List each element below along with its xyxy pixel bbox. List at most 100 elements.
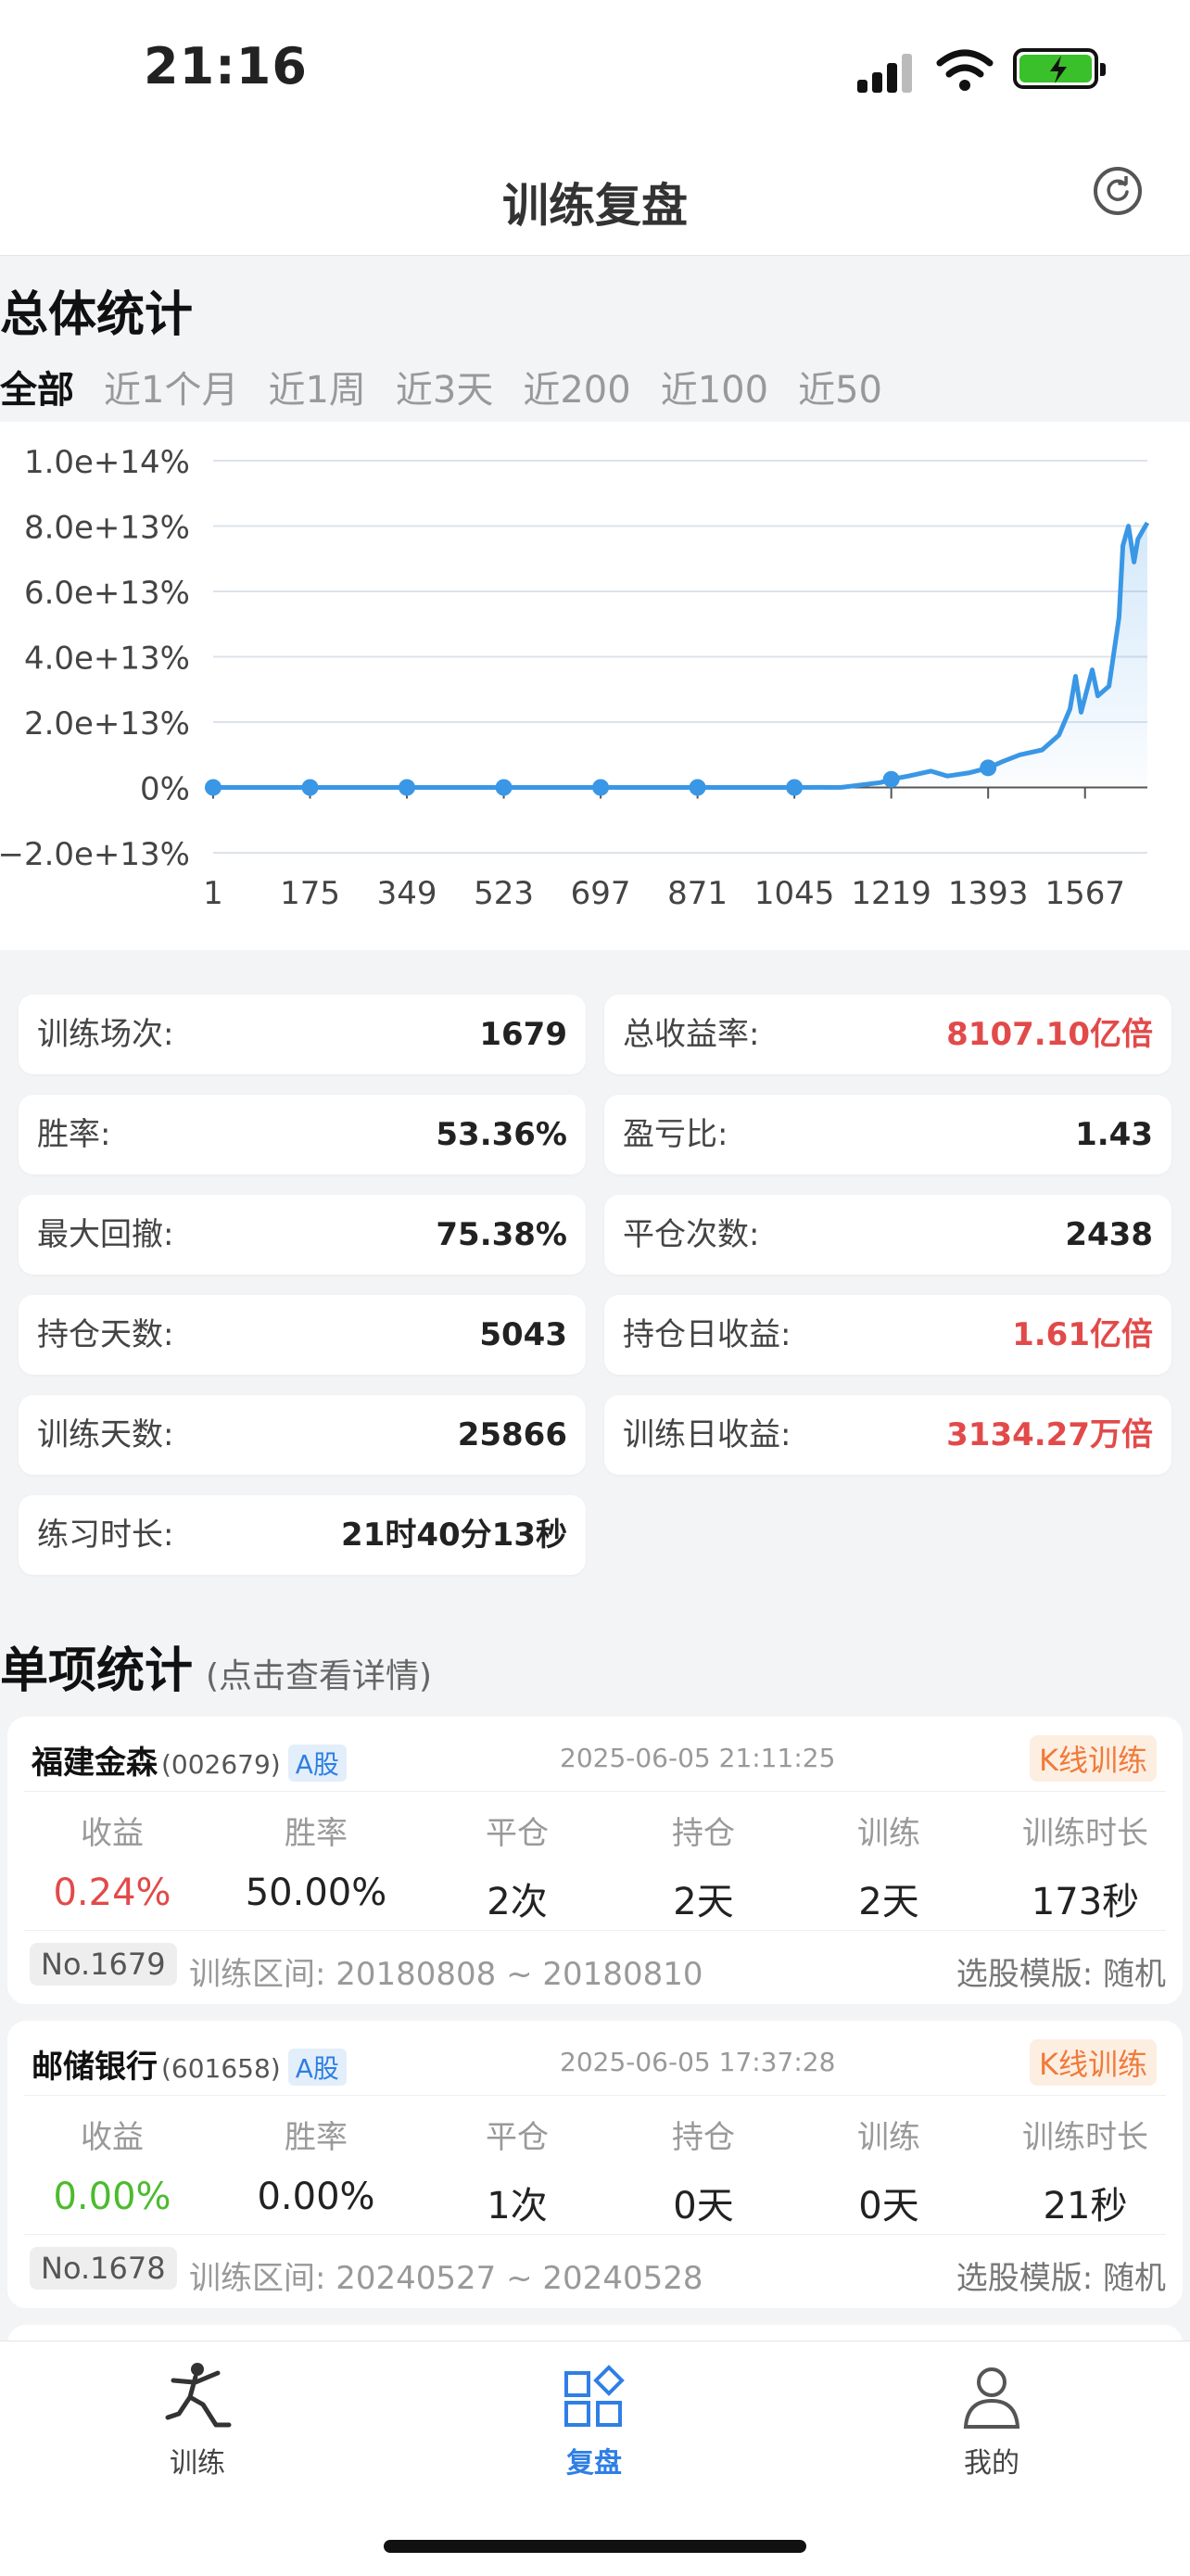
person-icon [955,2360,1029,2434]
metric-card: 平仓次数: 2438 [604,1195,1171,1275]
metric-value: 1679 [479,1016,567,1053]
stock-item-card[interactable]: 福建金森 (002679) A股 2025-06-05 21:11:25 K线训练 收益 0… [7,1717,1183,2004]
training-type-tag: K线训练 [1030,1735,1157,1782]
metric-value: 2438 [1065,1216,1153,1253]
nav-bar: 训练复盘 [0,139,1190,256]
stat-header: 持仓 [672,2119,735,2156]
series-point [301,779,319,796]
market-badge: A股 [287,1745,347,1782]
stat-value: 1次 [487,2185,548,2227]
x-tick-label: 175 [280,875,340,912]
stock-template: 选股模版: 随机 [956,1956,1166,1993]
card-footer: No.1679 训练区间: 20180808 ~ 20180810 选股模版: 随机 [24,1932,1166,2001]
card-header: 邮储银行 (601658) A股 2025-06-05 17:37:28 K线训练 [24,2021,1166,2096]
y-tick-label: 0% [140,771,190,808]
stat-header: 收益 [81,2119,144,2156]
metric-value: 3134.27万倍 [946,1416,1153,1453]
metric-value: 1.43 [1075,1116,1153,1153]
stock-template: 选股模版: 随机 [956,2260,1166,2297]
tabbar-item-train[interactable]: 训练 [105,2360,290,2481]
period-tabs: 全部 近1个月 近1周 近3天 近200 近100 近50 [0,366,912,414]
stat-column: 训练时长 173秒 [993,1791,1178,1925]
stat-value: 0天 [673,2185,734,2227]
session-number-badge: No.1678 [30,2247,177,2290]
series-point [882,770,900,788]
stock-item-card[interactable]: 邮储银行 (601658) A股 2025-06-05 17:37:28 K线训练 收益 0… [7,2021,1183,2308]
metric-card: 总收益率: 8107.10亿倍 [604,995,1171,1074]
stat-column: 持仓 2天 [611,1791,796,1925]
x-tick-label: 523 [474,875,534,912]
y-tick-label: 6.0e+13% [24,575,190,612]
page-title: 训练复盘 [502,179,688,233]
metric-card: 盈亏比: 1.43 [604,1095,1171,1174]
series-point [399,779,416,796]
returns-chart-svg: 1.0e+14% 8.0e+13% 6.0e+13% 4.0e+13% 2.0e+13%… [0,444,1150,912]
tab-last-50[interactable]: 近50 [798,366,882,414]
stat-header: 训练 [857,1815,920,1852]
tab-1-month[interactable]: 近1个月 [104,366,238,414]
y-tick-label: 2.0e+13% [24,705,190,742]
status-bar: 21:16 [0,0,1190,139]
metric-card: 最大回撤: 75.38% [19,1195,586,1275]
x-tick-label: 697 [571,875,631,912]
tab-1-week[interactable]: 近1周 [268,366,365,414]
stat-value: 173秒 [1031,1881,1140,1923]
training-type-tag: K线训练 [1030,2039,1157,2086]
stat-header: 训练 [857,2119,920,2156]
stat-header: 训练时长 [1022,1815,1148,1852]
kungfu-figure-icon [160,2360,234,2434]
series-point [495,779,513,796]
stat-column: 训练 2天 [796,1791,981,1925]
tab-3-days[interactable]: 近3天 [396,366,493,414]
metric-label: 盈亏比: [623,1116,728,1153]
card-stats: 收益 0.00% 胜率 0.00% 平仓 1次 持仓 0天 训练 0天 训练时长 21秒 [24,2095,1166,2235]
refresh-icon[interactable] [1094,167,1142,215]
train-datetime: 2025-06-05 17:37:28 [560,2047,836,2077]
home-indicator[interactable] [384,2540,806,2553]
metric-label: 训练天数: [37,1416,174,1453]
x-tick-label: 871 [667,875,728,912]
stat-header: 胜率 [285,2119,348,2156]
metric-value: 75.38% [436,1216,567,1253]
metric-card: 训练场次: 1679 [19,995,586,1074]
stock-name: 邮储银行 [32,2049,158,2086]
stat-header: 平仓 [486,1815,549,1852]
stat-value: 2次 [487,1881,548,1923]
x-tick-label: 1393 [948,875,1029,912]
stock-title: 邮储银行 (601658) A股 [32,2041,347,2087]
metric-card: 胜率: 53.36% [19,1095,586,1174]
metric-value: 21时40分13秒 [341,1516,567,1554]
metric-label: 训练场次: [37,1016,174,1053]
market-badge: A股 [287,2049,347,2086]
metric-label: 训练日收益: [623,1416,791,1453]
tabbar-label-mine: 我的 [964,2447,1019,2480]
metric-card: 训练天数: 25866 [19,1395,586,1475]
stat-header: 训练时长 [1022,2119,1148,2156]
train-range: 训练区间: 20180808 ~ 20180810 [189,1956,703,1993]
stat-column: 收益 0.00% [19,2095,205,2218]
tab-last-200[interactable]: 近200 [523,366,630,414]
metric-value: 53.36% [436,1116,567,1153]
stat-column: 胜率 50.00% [223,1791,409,1914]
tab-last-100[interactable]: 近100 [661,366,768,414]
stat-column: 胜率 0.00% [223,2095,409,2218]
returns-chart: 1.0e+14% 8.0e+13% 6.0e+13% 4.0e+13% 2.0e+13%… [0,422,1190,950]
status-time: 21:16 [144,37,308,95]
stat-header: 平仓 [486,2119,549,2156]
stat-value: 0天 [858,2185,919,2227]
y-tick-label: 1.0e+14% [24,444,190,481]
series-point [980,759,997,777]
stat-header: 收益 [81,1815,144,1852]
stat-column: 持仓 0天 [611,2095,796,2229]
tab-all[interactable]: 全部 [0,366,74,414]
tabbar-item-mine[interactable]: 我的 [899,2360,1084,2481]
stat-column: 收益 0.24% [19,1791,205,1914]
tabbar-item-review[interactable]: 复盘 [501,2360,687,2481]
tabbar-label-train: 训练 [170,2447,225,2480]
stat-value: 0.24% [53,1872,171,1914]
stock-name: 福建金森 [32,1745,158,1782]
series-line [213,521,1150,790]
series-area [213,523,1147,788]
train-range: 训练区间: 20240527 ~ 20240528 [189,2260,703,2297]
stat-header: 胜率 [285,1815,348,1852]
